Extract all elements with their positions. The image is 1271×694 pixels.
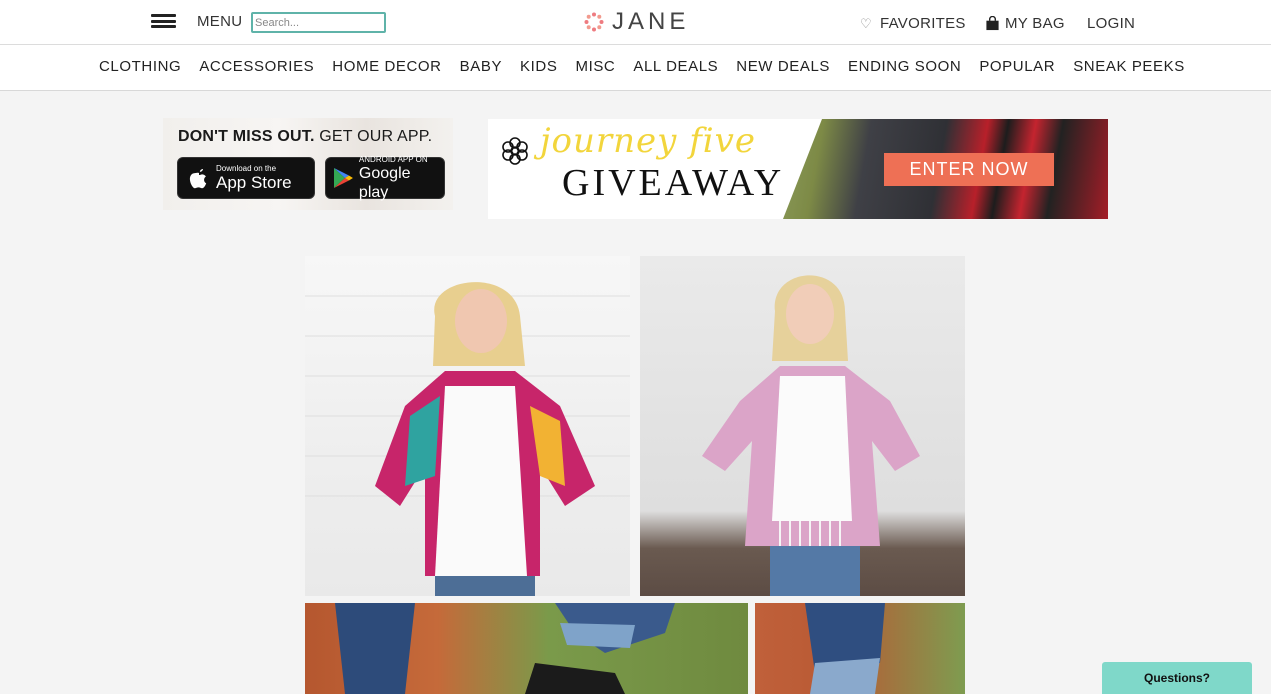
questions-chat-button[interactable]: Questions? (1102, 662, 1252, 694)
enter-now-button[interactable]: ENTER NOW (884, 153, 1054, 186)
google-play-small-text: ANDROID APP ON (358, 154, 428, 164)
google-play-button[interactable]: ANDROID APP ON Google play (325, 154, 445, 201)
app-banner-title-rest: GET OUR APP. (319, 128, 433, 145)
category-all-deals[interactable]: ALL DEALS (633, 58, 718, 75)
product-image (702, 275, 920, 596)
google-play-big-text: Google play (358, 164, 411, 201)
product-image (805, 603, 885, 694)
my-bag-link[interactable]: MY BAG (985, 15, 1065, 32)
login-link[interactable]: LOGIN (1087, 15, 1135, 32)
app-store-small-text: Download on the (216, 164, 277, 173)
logo-dots-icon (584, 12, 604, 32)
category-nav: CLOTHING ACCESSORIES HOME DECOR BABY KID… (0, 45, 1271, 91)
top-header: MENU JANE ♡ FAVORITES MY BAG LOGIN (0, 0, 1271, 45)
product-tile-ikat-kimono[interactable] (305, 256, 630, 596)
app-banner-title-bold: DON'T MISS OUT. (178, 128, 315, 145)
bag-icon (986, 16, 999, 31)
category-home-decor[interactable]: HOME DECOR (332, 58, 441, 75)
app-store-big-text: App Store (216, 173, 292, 192)
category-baby[interactable]: BABY (460, 58, 502, 75)
category-popular[interactable]: POPULAR (979, 58, 1055, 75)
category-ending-soon[interactable]: ENDING SOON (848, 58, 961, 75)
product-image (335, 603, 675, 694)
menu-label[interactable]: MENU (197, 13, 242, 30)
product-tile-boots-2[interactable] (755, 603, 965, 694)
app-banner-title: DON'T MISS OUT. GET OUR APP. (178, 128, 432, 146)
product-tile-pink-kimono[interactable] (640, 256, 965, 596)
product-tile-boots[interactable] (305, 603, 748, 694)
heart-icon: ♡ (860, 15, 872, 31)
google-play-icon (333, 168, 353, 188)
flower-icon (502, 137, 528, 165)
giveaway-script-text: journey five (540, 121, 756, 161)
apple-icon (189, 169, 207, 189)
logo[interactable]: JANE (584, 8, 689, 36)
favorites-label: FAVORITES (879, 15, 966, 32)
favorites-link[interactable]: ♡ FAVORITES (860, 15, 966, 32)
category-clothing[interactable]: CLOTHING (99, 58, 181, 75)
product-image (305, 282, 630, 596)
category-accessories[interactable]: ACCESSORIES (199, 58, 314, 75)
app-download-banner: DON'T MISS OUT. GET OUR APP. Download on… (163, 118, 453, 210)
giveaway-banner[interactable]: journey five GIVEAWAY ENTER NOW (488, 119, 1108, 219)
app-store-button[interactable]: Download on the App Store (177, 157, 315, 199)
category-sneak-peeks[interactable]: SNEAK PEEKS (1073, 58, 1185, 75)
search-input[interactable] (251, 12, 386, 33)
category-misc[interactable]: MISC (575, 58, 615, 75)
logo-text: JANE (612, 8, 690, 35)
hamburger-icon[interactable] (151, 14, 176, 28)
giveaway-title: GIVEAWAY (562, 162, 785, 204)
category-kids[interactable]: KIDS (520, 58, 557, 75)
bag-label: MY BAG (1005, 15, 1065, 32)
category-new-deals[interactable]: NEW DEALS (736, 58, 830, 75)
